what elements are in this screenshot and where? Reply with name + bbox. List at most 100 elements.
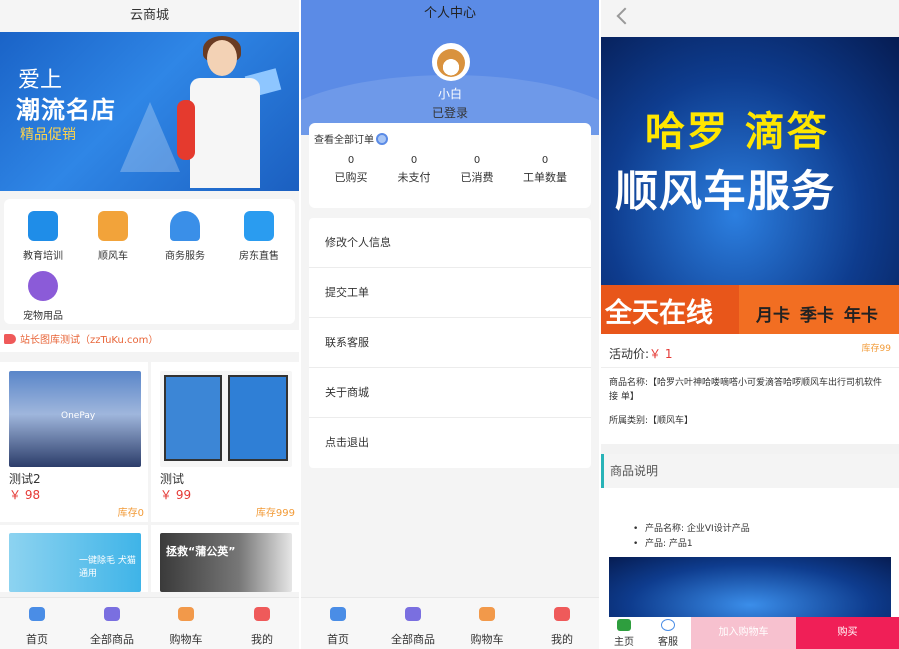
product-name: 测试 bbox=[160, 472, 185, 486]
price-value: ￥ 1 bbox=[649, 347, 673, 361]
banner-line1: 哈罗 滴答 bbox=[645, 109, 829, 155]
category-business[interactable]: 商务服务 bbox=[150, 211, 220, 262]
tab-home[interactable]: 首页 bbox=[7, 598, 67, 647]
menu-submit-ticket[interactable]: 提交工单 bbox=[309, 268, 591, 318]
cart-icon bbox=[479, 607, 495, 621]
speaker-icon bbox=[4, 334, 16, 344]
tab-cart[interactable]: 购物车 bbox=[457, 598, 517, 647]
tab-label: 购物车 bbox=[470, 633, 504, 646]
goods-icon bbox=[104, 607, 120, 621]
tab-cart[interactable]: 购物车 bbox=[156, 598, 216, 647]
product-image: 拯救“蒲公英” bbox=[160, 533, 292, 592]
product-price: ￥ 99 bbox=[160, 488, 192, 502]
profile-screen: 个人中心 小白 已登录 查看全部订单 0 已购买 0 未支付 0 已消费 0 工… bbox=[301, 0, 599, 649]
category-label: 房东直售 bbox=[239, 251, 279, 262]
bottom-tab-bar: 首页 全部商品 购物车 我的 bbox=[0, 597, 299, 649]
product-detail-screen: 哈罗 滴答 顺风车服务 全天在线 月卡 季卡 年卡 活动价:￥ 1 库存99 商… bbox=[601, 0, 899, 649]
avatar[interactable] bbox=[432, 43, 470, 81]
description-image bbox=[609, 557, 891, 617]
notice-text: 站长图库测试（zzTuKu.com） bbox=[20, 335, 159, 346]
order-summary-card: 查看全部订单 0 已购买 0 未支付 0 已消费 0 工单数量 bbox=[309, 123, 591, 208]
tab-all-goods[interactable]: 全部商品 bbox=[82, 598, 142, 647]
paw-icon bbox=[28, 271, 58, 301]
product-card[interactable]: 拯救“蒲公英” bbox=[151, 525, 299, 592]
profile-header: 个人中心 小白 已登录 bbox=[301, 0, 599, 135]
stat-consumed[interactable]: 0 已消费 bbox=[447, 155, 507, 185]
page-title: 云商城 bbox=[0, 0, 299, 32]
category-education[interactable]: 教育培训 bbox=[8, 211, 78, 262]
login-status: 已登录 bbox=[431, 106, 468, 120]
view-all-orders-link[interactable]: 查看全部订单 bbox=[314, 131, 388, 146]
description-item: 产品: 产品1 bbox=[633, 537, 899, 552]
product-grid: OnePay 测试2 ￥ 98 库存0 测试 ￥ 99 库存999 一键除毛 犬… bbox=[0, 362, 299, 592]
product-image: OnePay bbox=[9, 371, 141, 467]
stat-label: 已购买 bbox=[334, 171, 368, 184]
product-card[interactable]: 一键除毛 犬猫通用 bbox=[0, 525, 148, 592]
orders-title-text: 查看全部订单 bbox=[314, 135, 374, 146]
banner-strip: 全天在线 月卡 季卡 年卡 bbox=[601, 285, 899, 334]
tab-mine[interactable]: 我的 bbox=[232, 598, 292, 647]
description-body: 产品名称: 企业VI设计产品 产品: 产品1 bbox=[601, 488, 899, 563]
product-image: 一键除毛 犬猫通用 bbox=[9, 533, 141, 592]
home-icon bbox=[330, 607, 346, 621]
car-icon bbox=[98, 211, 128, 241]
product-stock: 库存999 bbox=[255, 508, 295, 519]
education-icon bbox=[28, 211, 58, 241]
bar-service-label: 客服 bbox=[658, 637, 678, 648]
product-image-text: OnePay bbox=[61, 411, 96, 421]
add-to-cart-button[interactable]: 加入购物车 bbox=[691, 617, 796, 649]
banner-line3: 全天在线 bbox=[605, 298, 713, 329]
user-name: 小白 bbox=[437, 87, 462, 101]
profile-menu: 修改个人信息 提交工单 联系客服 关于商城 点击退出 bbox=[309, 218, 591, 468]
buy-button[interactable]: 购买 bbox=[796, 617, 899, 649]
user-icon bbox=[254, 607, 270, 621]
notice-bar[interactable]: 站长图库测试（zzTuKu.com） bbox=[0, 330, 299, 352]
menu-contact-service[interactable]: 联系客服 bbox=[309, 318, 591, 368]
stat-purchased[interactable]: 0 已购买 bbox=[321, 155, 381, 185]
tab-mine[interactable]: 我的 bbox=[532, 598, 592, 647]
orders-icon bbox=[376, 133, 388, 145]
dog-avatar-icon bbox=[437, 49, 465, 77]
menu-about[interactable]: 关于商城 bbox=[309, 368, 591, 418]
category-pet[interactable]: 宠物用品 bbox=[8, 271, 78, 322]
product-price: ￥ 98 bbox=[9, 488, 41, 502]
price-label: 活动价:￥ 1 bbox=[609, 347, 673, 361]
headset-icon bbox=[661, 619, 675, 631]
tab-home[interactable]: 首页 bbox=[308, 598, 368, 647]
home-icon bbox=[617, 619, 631, 631]
category-label: 教育培训 bbox=[23, 251, 63, 262]
banner-line4: 月卡 季卡 年卡 bbox=[756, 306, 878, 326]
stat-value: 0 bbox=[473, 155, 481, 166]
promo-banner[interactable]: 爱上 潮流名店 精品促销 bbox=[0, 32, 299, 191]
stat-tickets[interactable]: 0 工单数量 bbox=[515, 155, 575, 185]
category-house[interactable]: 房东直售 bbox=[224, 211, 294, 262]
house-icon bbox=[244, 211, 274, 241]
purchase-bar: 主页 客服 加入购物车 购买 bbox=[601, 617, 899, 649]
product-info: 商品名称:【哈罗六叶神哈喽嘀嗒小可爱滴答哈啰顺风车出行司机软件接 单】 所属类别… bbox=[601, 367, 899, 444]
category-car[interactable]: 顺风车 bbox=[78, 211, 148, 262]
category-label: 商务服务 bbox=[165, 251, 205, 262]
stat-label: 已消费 bbox=[460, 171, 494, 184]
bar-home-button[interactable]: 主页 bbox=[609, 617, 639, 649]
banner-line3: 精品促销 bbox=[20, 127, 76, 143]
back-arrow-icon[interactable] bbox=[616, 7, 634, 25]
goods-icon bbox=[405, 607, 421, 621]
product-image-text: 一键除毛 犬猫通用 bbox=[79, 556, 136, 579]
stat-value: 0 bbox=[541, 155, 549, 166]
product-category: 所属类别:【顺风车】 bbox=[609, 416, 694, 426]
menu-logout[interactable]: 点击退出 bbox=[309, 418, 591, 468]
tab-all-goods[interactable]: 全部商品 bbox=[383, 598, 443, 647]
banner-line2: 顺风车服务 bbox=[615, 167, 835, 217]
stat-label: 未支付 bbox=[397, 171, 431, 184]
bottom-tab-bar: 首页 全部商品 购物车 我的 bbox=[301, 597, 599, 649]
product-card[interactable]: OnePay 测试2 ￥ 98 库存0 bbox=[0, 362, 148, 522]
stat-value: 0 bbox=[347, 155, 355, 166]
product-stock: 库存0 bbox=[117, 508, 144, 519]
bar-service-button[interactable]: 客服 bbox=[653, 617, 683, 649]
home-icon bbox=[29, 607, 45, 621]
product-card[interactable]: 测试 ￥ 99 库存999 bbox=[151, 362, 299, 522]
menu-edit-profile[interactable]: 修改个人信息 bbox=[309, 218, 591, 268]
product-image bbox=[160, 371, 292, 467]
stat-unpaid[interactable]: 0 未支付 bbox=[384, 155, 444, 185]
model-illustration bbox=[177, 36, 265, 191]
